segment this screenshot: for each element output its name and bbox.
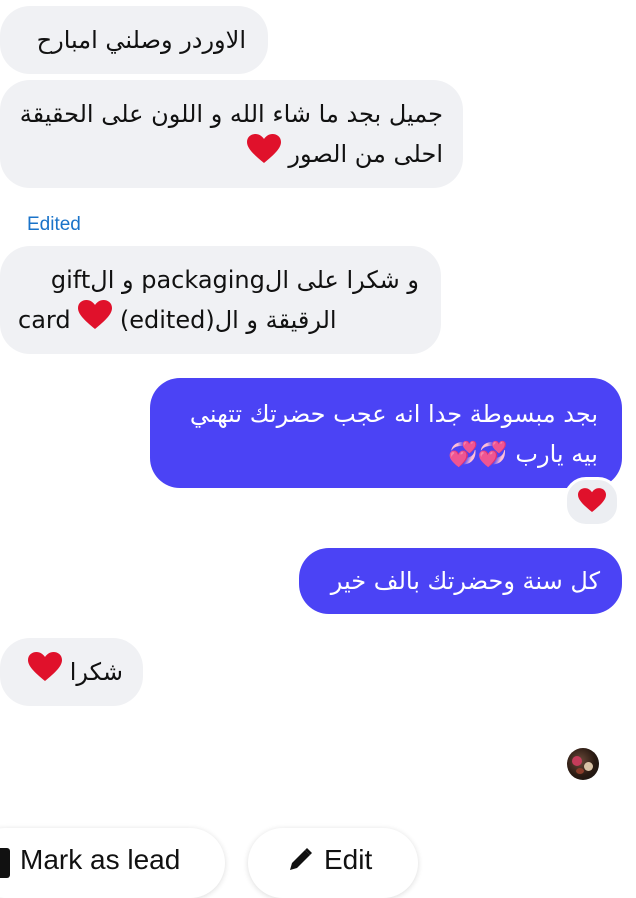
pencil-icon — [286, 846, 314, 881]
conversation-thread: الاوردر وصلني امبارح جميل بجد ما شاء الل… — [0, 0, 636, 898]
message-text: و شكرا على الpackaging و الgift — [50, 266, 419, 294]
incoming-message[interactable]: جميل بجد ما شاء الله و اللون على الحقيقة… — [0, 80, 463, 188]
message-text: بيه يارب 💞💞 — [448, 440, 598, 468]
red-heart-icon — [28, 652, 63, 694]
red-heart-icon — [578, 487, 606, 517]
edit-label: Edit — [324, 844, 373, 875]
profile-avatar — [567, 748, 599, 780]
message-text-line-2: احلى من الصور — [18, 134, 443, 176]
mark-as-lead-button[interactable]: Mark as lead — [0, 828, 225, 898]
message-text: بجد مبسوطة جدا انه عجب حضرتك تتهني — [189, 400, 598, 428]
message-reaction[interactable] — [564, 477, 620, 527]
incoming-message[interactable]: و شكرا على الpackaging و الgift card (ed… — [0, 246, 441, 354]
outgoing-message[interactable]: بجد مبسوطة جدا انه عجب حضرتك تتهني بيه ي… — [150, 378, 622, 488]
mark-as-lead-label: Mark as lead — [20, 844, 181, 875]
message-text: الاوردر وصلني امبارح — [36, 26, 246, 54]
incoming-message[interactable]: الاوردر وصلني امبارح — [0, 6, 268, 74]
message-text: كل سنة وحضرتك بالف خير — [330, 567, 600, 595]
edit-button[interactable]: Edit — [248, 828, 418, 898]
message-text-line-2: card (edited)الرقيقة و ال — [18, 300, 419, 342]
message-text: جميل بجد ما شاء الله و اللون على الحقيقة — [19, 100, 443, 128]
message-text: card — [18, 306, 71, 334]
edited-label: Edited — [27, 214, 81, 235]
message-text-line: شكرا — [18, 652, 123, 694]
message-text: احلى من الصور — [288, 140, 443, 168]
message-text: شكرا — [69, 658, 123, 686]
red-heart-icon — [246, 134, 281, 176]
edited-marker: (edited) — [119, 306, 215, 334]
outgoing-message[interactable]: كل سنة وحضرتك بالف خير — [299, 548, 622, 614]
incoming-message[interactable]: شكرا — [0, 638, 143, 706]
message-text: الرقيقة و ال — [214, 306, 337, 334]
red-heart-icon — [78, 300, 113, 342]
tag-icon — [0, 848, 10, 878]
